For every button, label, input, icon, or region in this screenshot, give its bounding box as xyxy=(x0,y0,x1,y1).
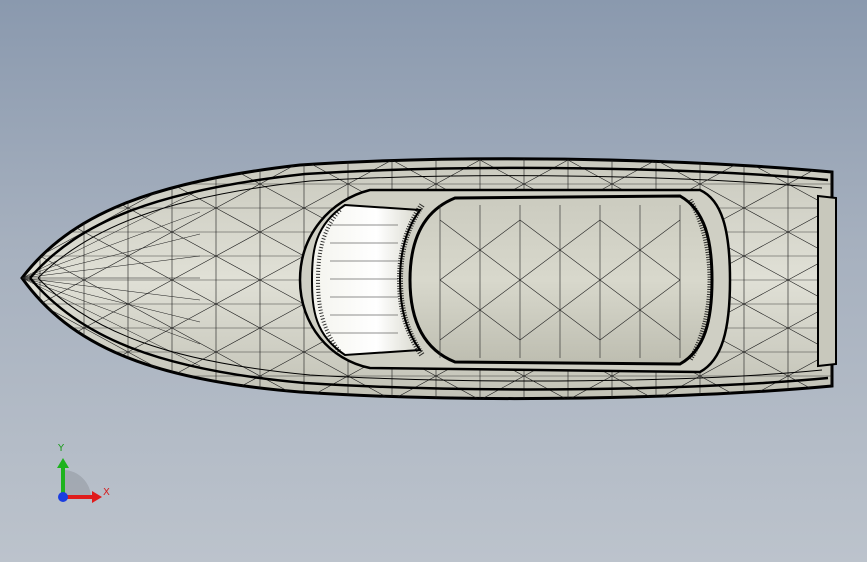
x-axis-label: X xyxy=(103,487,110,498)
graphics-viewport[interactable]: X Y xyxy=(0,0,867,562)
stern-transom xyxy=(817,194,837,368)
y-axis-label: Y xyxy=(58,443,65,454)
boat-model[interactable] xyxy=(0,0,867,562)
z-axis-dot xyxy=(58,492,68,502)
cabin-roof[interactable] xyxy=(408,194,714,366)
coordinate-triad xyxy=(57,458,102,503)
